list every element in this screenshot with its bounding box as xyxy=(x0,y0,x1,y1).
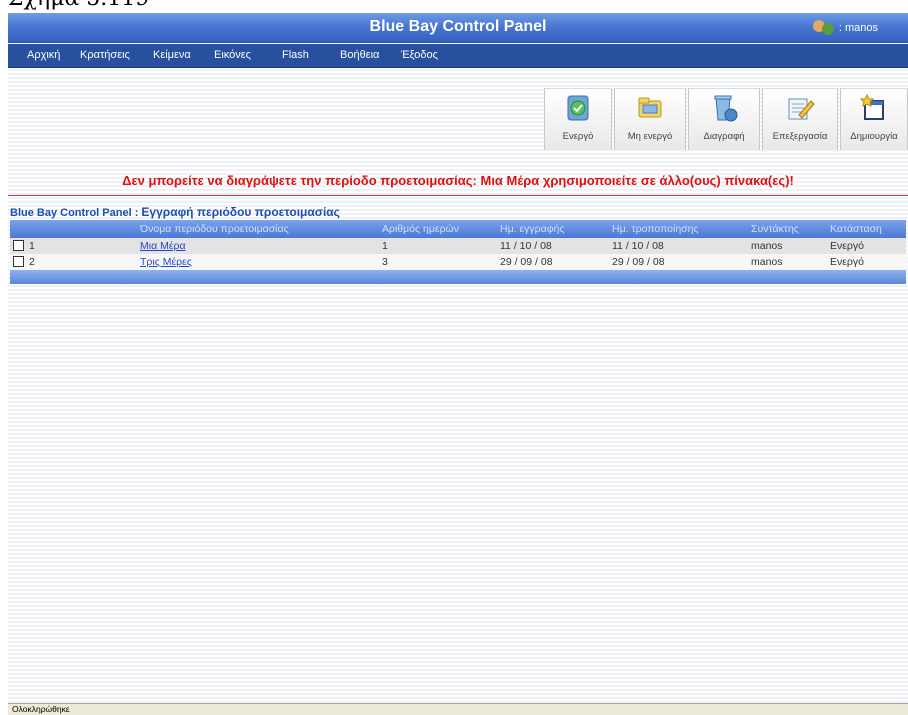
figure-caption: Σχήμα 5.119 xyxy=(8,0,149,10)
menu-item-images[interactable]: Εικόνες xyxy=(214,49,251,61)
menu-item-flash[interactable]: Flash xyxy=(282,49,309,61)
modified-cell: 29 / 09 / 08 xyxy=(612,256,665,268)
status-cell: Ενεργό xyxy=(830,240,864,252)
divider xyxy=(8,195,908,196)
error-message: Δεν μπορείτε να διαγράψετε την περίοδο π… xyxy=(122,173,794,188)
author-cell: manos xyxy=(751,240,783,252)
status-text: Ολοκληρώθηκε xyxy=(12,704,70,714)
status-cell: Ενεργό xyxy=(830,256,864,268)
period-name-link[interactable]: Τρις Μέρες xyxy=(140,256,192,268)
create-label: Δημιουργία xyxy=(850,131,898,142)
delete-label: Διαγραφή xyxy=(703,131,745,142)
column-header-name[interactable]: Όνομα περιόδου προετοιμασίας xyxy=(140,223,289,235)
activate-label: Ενεργό xyxy=(562,131,594,142)
deactivate-icon xyxy=(638,97,662,118)
row-number: 2 xyxy=(29,256,35,268)
menu-bar: Αρχική Κρατήσεις Κείμενα Εικόνες Flash Β… xyxy=(8,44,908,68)
menu-item-bookings[interactable]: Κρατήσεις xyxy=(80,49,130,61)
edit-icon xyxy=(788,98,815,120)
menu-item-home[interactable]: Αρχική xyxy=(27,49,60,61)
delete-button[interactable]: Διαγραφή xyxy=(688,88,760,150)
deactivate-button[interactable]: Μη ενεργό xyxy=(614,88,686,150)
activate-button[interactable]: Ενεργό xyxy=(544,88,612,150)
column-header-modified[interactable]: Ημ. τροποποίησης xyxy=(612,223,699,235)
delete-icon xyxy=(714,95,738,122)
activate-icon xyxy=(567,95,589,121)
section-title: Blue Bay Control Panel : Εγγραφή περιόδο… xyxy=(10,205,340,219)
period-name-link[interactable]: Μια Μέρα xyxy=(140,240,186,252)
edit-label: Επεξεργασία xyxy=(772,131,828,142)
create-icon xyxy=(859,93,884,120)
page-title: Εγγραφή περιόδου προετοιμασίας xyxy=(141,205,340,219)
author-cell: manos xyxy=(751,256,783,268)
users-icon xyxy=(812,20,835,36)
table-row: 2 Τρις Μέρες 3 29 / 09 / 08 29 / 09 / 08… xyxy=(10,254,906,270)
data-table: Όνομα περιόδου προετοιμασίας Αριθμός ημε… xyxy=(10,220,906,284)
status-bar: Ολοκληρώθηκε xyxy=(8,703,908,715)
menu-item-logout[interactable]: Έξοδος xyxy=(401,49,438,61)
days-cell: 3 xyxy=(382,256,388,268)
table-footer xyxy=(10,270,906,284)
row-checkbox[interactable] xyxy=(13,240,24,251)
breadcrumb-app: Blue Bay Control Panel : xyxy=(10,207,142,219)
column-header-created[interactable]: Ημ. εγγραφής xyxy=(500,223,564,235)
column-header-days[interactable]: Αριθμός ημερών xyxy=(382,223,459,235)
toolbar: Ενεργό Μη ενεργό Διαγραφή Επεξεργασία Δη… xyxy=(8,68,908,178)
column-header-status[interactable]: Κατάσταση xyxy=(830,223,882,235)
user-label: : manos xyxy=(838,22,878,34)
row-checkbox[interactable] xyxy=(13,256,24,267)
create-button[interactable]: Δημιουργία xyxy=(840,88,908,150)
edit-button[interactable]: Επεξεργασία xyxy=(762,88,838,150)
table-header: Όνομα περιόδου προετοιμασίας Αριθμός ημε… xyxy=(10,220,906,238)
modified-cell: 11 / 10 / 08 xyxy=(612,240,664,252)
menu-item-help[interactable]: Βοήθεια xyxy=(340,49,379,61)
created-cell: 29 / 09 / 08 xyxy=(500,256,553,268)
table-row: 1 Μια Μέρα 1 11 / 10 / 08 11 / 10 / 08 m… xyxy=(10,238,906,254)
user-area: : manos xyxy=(812,20,878,36)
app-title: Blue Bay Control Panel xyxy=(369,18,547,35)
deactivate-label: Μη ενεργό xyxy=(627,131,673,142)
row-number: 1 xyxy=(29,240,35,252)
title-bar: Blue Bay Control Panel : manos xyxy=(8,13,908,43)
days-cell: 1 xyxy=(382,240,388,252)
created-cell: 11 / 10 / 08 xyxy=(500,240,552,252)
column-header-author[interactable]: Συντάκτης xyxy=(751,223,799,235)
menu-item-texts[interactable]: Κείμενα xyxy=(153,49,191,61)
app-window: Blue Bay Control Panel : manos Αρχική Κρ… xyxy=(8,13,908,715)
